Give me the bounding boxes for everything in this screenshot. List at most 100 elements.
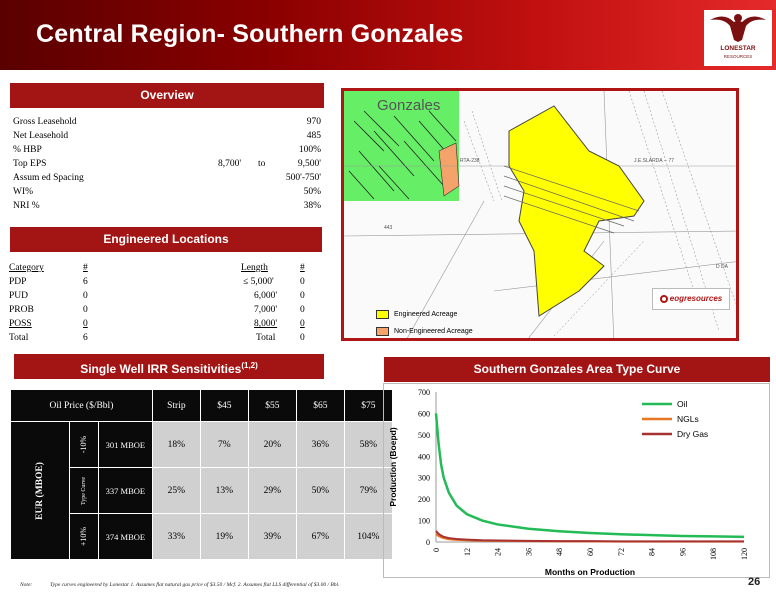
location-category: PROB <box>9 305 34 315</box>
overview-label: % HBP <box>13 145 42 155</box>
overview-value-low: 8,700' <box>218 159 242 169</box>
y-axis-label: Production (Boepd) <box>388 427 398 506</box>
page-number: 26 <box>748 576 761 588</box>
company-logo: LONESTAR RESOURCES <box>704 10 772 66</box>
eog-logo: eogresources <box>652 288 730 310</box>
x-tick-label: 108 <box>709 548 718 560</box>
irr-row: EUR (MBOE) -10% 301 MBOE 18% 7% 20% 36% … <box>10 421 393 560</box>
overview-row: Net Leasehold 485 <box>13 131 323 145</box>
map-road-label: 443 <box>384 225 393 231</box>
length-header: Length <box>241 263 268 273</box>
overview-row: Top EPS 8,700' to 9,500' <box>13 159 323 173</box>
irr-col-header: Strip <box>151 389 201 422</box>
x-tick-label: 12 <box>463 548 472 556</box>
note-label: Note: <box>20 582 33 588</box>
overview-label: Top EPS <box>13 159 47 169</box>
irr-cell: 36% <box>295 421 345 468</box>
overview-label: Assum ed Spacing <box>13 173 84 183</box>
overview-label: NRI % <box>13 201 40 211</box>
legend-label: Non-Engineered Acreage <box>394 328 473 335</box>
location-length: ≤ 5,000' <box>243 277 274 287</box>
type-curve-header: Southern Gonzales Area Type Curve <box>384 357 770 382</box>
irr-cell: 13% <box>199 467 249 514</box>
irr-header: Single Well IRR Sensitivities(1,2) <box>14 354 324 379</box>
overview-label: Net Leasehold <box>13 131 69 141</box>
overview-value-to: to <box>258 159 266 169</box>
y-tick-label: 700 <box>418 388 430 397</box>
irr-cell: 39% <box>247 513 297 560</box>
location-length: 6,000' <box>254 291 278 301</box>
sens-label: Type Curve <box>80 476 87 505</box>
location-row: PROB 0 7,000' 0 <box>9 305 314 319</box>
location-count2: 0 <box>300 291 305 301</box>
y-tick-label: 400 <box>418 452 430 461</box>
location-count2: 0 <box>300 319 305 329</box>
chart-svg: 0 100 200 300 400 500 600 700 0 12 24 36 48 60 72 84 96 1… <box>388 388 749 577</box>
acreage-map: Gonzales RTA-238 J.E.SLARDA -- 77 443 D … <box>341 88 739 341</box>
eur-label: EUR (MBOE) <box>34 461 45 520</box>
location-length: 7,000' <box>254 305 278 315</box>
locations-header-row: Category # Length # <box>9 263 314 277</box>
y-tick-label: 600 <box>418 409 430 418</box>
overview-label: Gross Leasehold <box>13 117 77 127</box>
y-tick-label: 300 <box>418 474 430 483</box>
overview-value: 38% <box>303 201 321 211</box>
location-count: 0 <box>83 305 88 315</box>
overview-value: 50% <box>303 187 321 197</box>
irr-col-header: $55 <box>247 389 297 422</box>
irr-title-sup: (1,2) <box>241 361 258 370</box>
map-road-label: D DA <box>716 264 728 270</box>
location-length: Total <box>256 333 276 343</box>
irr-cell: 20% <box>247 421 297 468</box>
irr-title: Single Well IRR Sensitivities <box>80 362 242 376</box>
legend-engineered: Engineered Acreage <box>376 310 457 319</box>
overview-value: 100% <box>298 145 321 155</box>
longhorn-icon <box>710 14 766 42</box>
irr-table: Oil Price ($/Bbl) Strip $45 $55 $65 $75 … <box>10 389 393 560</box>
irr-cell: 67% <box>295 513 345 560</box>
y-tick-label: 500 <box>418 431 430 440</box>
overview-label: WI% <box>13 187 34 197</box>
irr-col-header: $45 <box>199 389 249 422</box>
logo-subtitle: RESOURCES <box>723 54 753 59</box>
location-category: PUD <box>9 291 29 301</box>
location-row: PDP 6 ≤ 5,000' 0 <box>9 277 314 291</box>
location-count: 0 <box>83 319 88 329</box>
count2-header: # <box>300 263 305 273</box>
irr-cell: 50% <box>295 467 345 514</box>
location-category: PDP <box>9 277 27 287</box>
type-curve-chart: 0 100 200 300 400 500 600 700 0 12 24 36 48 60 72 84 96 1… <box>383 383 770 578</box>
locations-header: Engineered Locations <box>10 227 322 252</box>
overview-row: WI% 50% <box>13 187 323 201</box>
legend-label: NGLs <box>677 414 699 424</box>
y-tick-label: 200 <box>418 495 430 504</box>
irr-col-header: Oil Price ($/Bbl) <box>10 389 153 422</box>
location-length: 8,000' <box>254 319 278 329</box>
eog-circle-icon <box>659 294 668 303</box>
x-tick-label: 36 <box>524 548 533 556</box>
location-count: 6 <box>83 277 88 287</box>
x-axis-label: Months on Production <box>545 567 635 577</box>
overview-value: 500'-750' <box>285 173 321 183</box>
eog-name: eogresources <box>669 294 723 303</box>
category-header: Category <box>9 263 44 273</box>
location-count: 6 <box>83 333 88 343</box>
eur-value: 374 MBOE <box>97 513 153 560</box>
overview-value: 970 <box>306 117 321 127</box>
x-tick-label: 0 <box>432 548 441 552</box>
overview-row: NRI % 38% <box>13 201 323 215</box>
location-category: POSS <box>9 319 32 329</box>
location-row: PUD 0 6,000' 0 <box>9 291 314 305</box>
sens-cell: +10% <box>68 513 99 560</box>
location-count2: 0 <box>300 333 305 343</box>
irr-cell: 29% <box>247 467 297 514</box>
x-tick-label: 84 <box>648 548 657 556</box>
sens-label: +10% <box>79 526 89 547</box>
x-tick-label: 96 <box>678 548 687 556</box>
overview-row: % HBP 100% <box>13 145 323 159</box>
location-category: Total <box>9 333 29 343</box>
y-tick-label: 0 <box>426 538 430 547</box>
map-title: Gonzales <box>377 97 441 114</box>
page-title: Central Region- Southern Gonzales <box>36 20 464 48</box>
engineered-acreage <box>508 105 645 317</box>
